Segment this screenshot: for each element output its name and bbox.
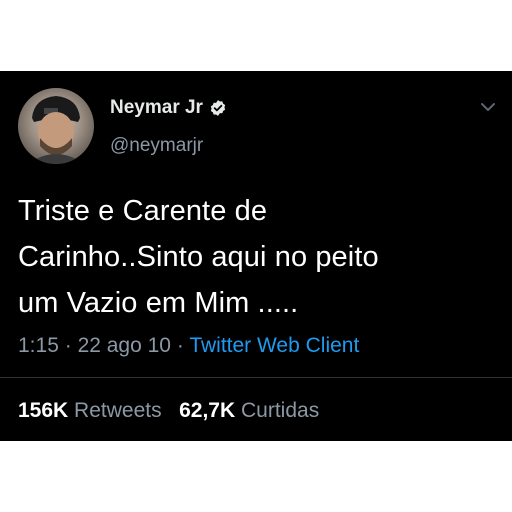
tweet-meta: 1:15 · 22 ago 10 · Twitter Web Client (18, 334, 359, 358)
divider (0, 377, 512, 378)
display-name[interactable]: Neymar Jr (110, 97, 203, 119)
meta-separator: · (176, 334, 184, 357)
tweet-source-link[interactable]: Twitter Web Client (189, 334, 359, 357)
avatar-photo-icon (28, 96, 84, 164)
tweet-text-line: Triste e Carente de (18, 195, 268, 227)
retweets-count: 156K (18, 399, 69, 422)
likes-label: Curtidas (241, 399, 320, 422)
verified-badge-icon (210, 100, 226, 116)
likes-count: 62,7K (179, 399, 236, 422)
retweets-stat[interactable]: 156K Retweets (18, 399, 167, 422)
avatar[interactable] (18, 88, 94, 164)
chevron-down-icon[interactable] (478, 97, 498, 117)
likes-stat[interactable]: 62,7K Curtidas (179, 399, 319, 422)
tweet-date[interactable]: 22 ago 10 (78, 334, 171, 357)
name-row: Neymar Jr (110, 97, 227, 119)
meta-separator: · (64, 334, 72, 357)
tweet-text: Triste e Carente de Carinho..Sinto aqui … (18, 188, 488, 326)
tweet-card: Neymar Jr @neymarjr Triste e Carente de … (0, 71, 512, 441)
handle[interactable]: @neymarjr (110, 135, 203, 157)
tweet-text-line: Carinho..Sinto aqui no peito (18, 241, 379, 273)
tweet-text-line: um Vazio em Mim ..... (18, 287, 299, 319)
retweets-label: Retweets (74, 399, 162, 422)
tweet-time[interactable]: 1:15 (18, 334, 59, 357)
tweet-stats: 156K Retweets 62,7K Curtidas (18, 399, 319, 423)
